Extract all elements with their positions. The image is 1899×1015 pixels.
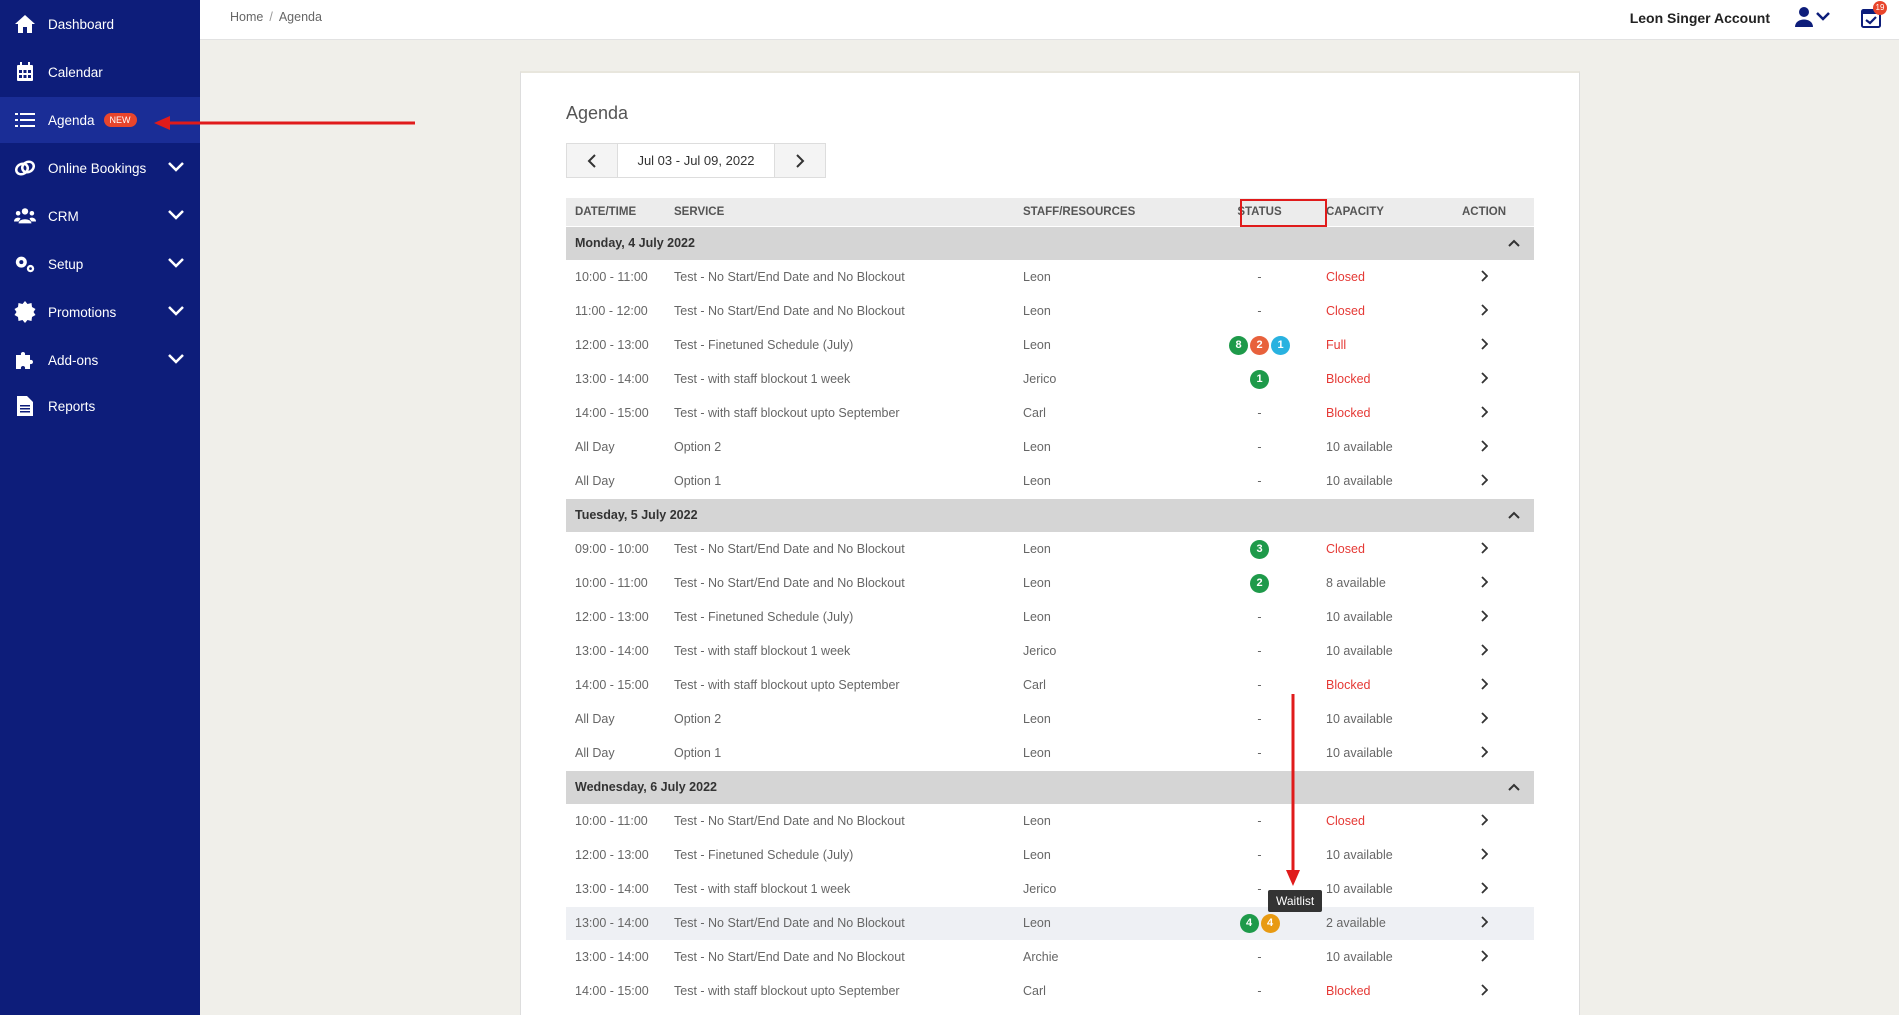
annotation-arrows xyxy=(154,116,1300,886)
